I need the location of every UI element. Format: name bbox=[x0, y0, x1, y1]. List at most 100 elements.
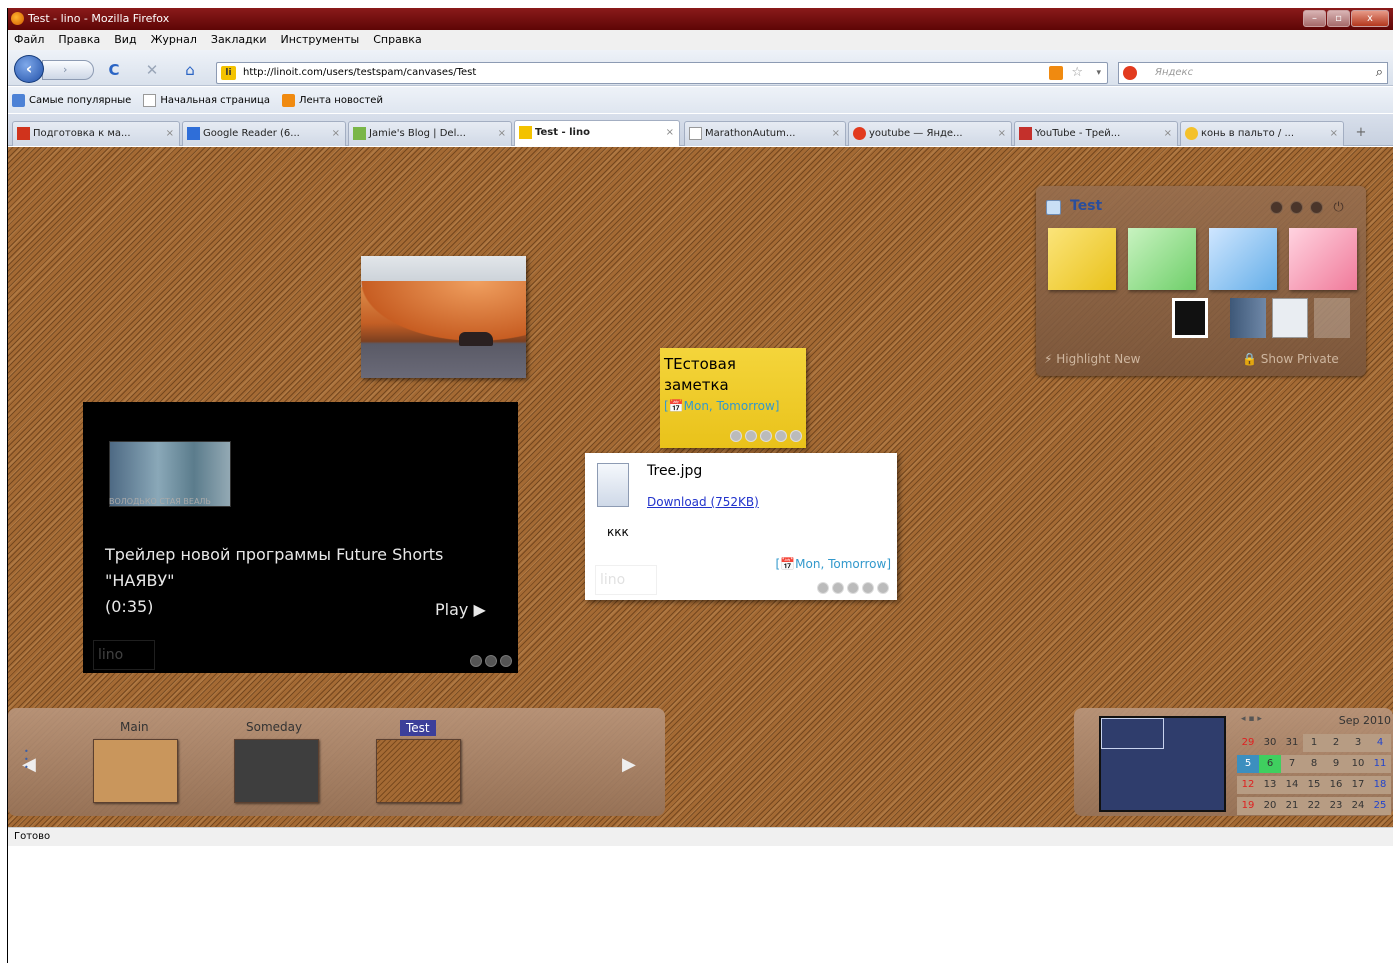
calendar-day[interactable]: 10 bbox=[1347, 755, 1369, 773]
calendar-day[interactable]: 3 bbox=[1347, 734, 1369, 752]
reload-icon[interactable]: C bbox=[104, 60, 124, 80]
calendar-day[interactable]: 16 bbox=[1325, 776, 1347, 794]
settings-icon[interactable] bbox=[1310, 201, 1323, 214]
menu-history[interactable]: Журнал bbox=[149, 30, 199, 50]
bookmark-start-page[interactable]: Начальная страница bbox=[143, 93, 270, 107]
menu-edit[interactable]: Правка bbox=[56, 30, 102, 50]
tab-close-icon[interactable]: × bbox=[166, 122, 174, 145]
board-someday[interactable] bbox=[234, 739, 319, 803]
calendar-day[interactable]: 13 bbox=[1259, 776, 1281, 794]
tab-4[interactable]: Test - lino × bbox=[514, 120, 680, 146]
canvas-title[interactable]: Test bbox=[1070, 198, 1102, 214]
new-tab-button[interactable]: + bbox=[1350, 122, 1372, 144]
menu-view[interactable]: Вид bbox=[112, 30, 138, 50]
yellow-note-tool[interactable] bbox=[1048, 228, 1116, 290]
calendar-day[interactable]: 7 bbox=[1281, 755, 1303, 773]
tab-close-icon[interactable]: × bbox=[332, 122, 340, 145]
yandex-icon[interactable] bbox=[1123, 66, 1137, 80]
calendar-day[interactable]: 18 bbox=[1369, 776, 1391, 794]
calendar-day[interactable]: 8 bbox=[1303, 755, 1325, 773]
board-test[interactable] bbox=[376, 739, 461, 803]
calendar-icon[interactable] bbox=[745, 430, 757, 442]
calendar-day[interactable]: 5 bbox=[1237, 755, 1259, 773]
move-icon[interactable] bbox=[862, 582, 874, 594]
sticky-note-date[interactable]: [📅Mon, Tomorrow] bbox=[664, 396, 802, 417]
check-icon[interactable] bbox=[500, 655, 512, 667]
tab-3[interactable]: Jamie's Blog | Del... × bbox=[348, 121, 512, 146]
green-note-tool[interactable] bbox=[1128, 228, 1196, 290]
calendar-day[interactable]: 6 bbox=[1259, 755, 1281, 773]
calendar-day[interactable]: 21 bbox=[1281, 797, 1303, 815]
home-icon[interactable]: ⌂ bbox=[180, 60, 200, 80]
tab-close-icon[interactable]: × bbox=[998, 122, 1006, 145]
tab-close-icon[interactable]: × bbox=[1164, 122, 1172, 145]
star-icon[interactable]: ☆ bbox=[1071, 63, 1083, 83]
tab-8[interactable]: конь в пальто / ... × bbox=[1180, 121, 1344, 146]
check-icon[interactable] bbox=[877, 582, 889, 594]
video-tool-icon[interactable] bbox=[1230, 298, 1266, 338]
edit-icon[interactable] bbox=[730, 430, 742, 442]
sticky-note[interactable]: ТЕстовая заметка [📅Mon, Tomorrow] bbox=[660, 348, 806, 448]
calendar-day[interactable]: 19 bbox=[1237, 797, 1259, 815]
calendar-day[interactable]: 11 bbox=[1369, 755, 1391, 773]
search-input[interactable]: Яндекс ⌕ bbox=[1118, 62, 1388, 84]
photo-tool-icon[interactable] bbox=[1172, 298, 1208, 338]
info-icon[interactable] bbox=[470, 655, 482, 667]
download-link[interactable]: Download (752KB) bbox=[647, 495, 759, 509]
blank-tool-icon[interactable] bbox=[1314, 298, 1350, 338]
show-private-toggle[interactable]: 🔒 Show Private bbox=[1242, 352, 1339, 366]
video-card[interactable]: ВОЛОДЬКО СТАЯ ВЕАЛЬ Трейлер новой програ… bbox=[83, 402, 518, 673]
tab-5[interactable]: MarathonAutum... × bbox=[684, 121, 846, 146]
highlight-new-toggle[interactable]: ⚡ Highlight New bbox=[1044, 352, 1140, 366]
tab-close-icon[interactable]: × bbox=[1330, 122, 1338, 145]
tab-close-icon[interactable]: × bbox=[498, 122, 506, 145]
back-button[interactable]: ‹ bbox=[14, 55, 44, 83]
lino-canvas[interactable]: ТЕстовая заметка [📅Mon, Tomorrow] Tree.j… bbox=[8, 147, 1393, 827]
calendar-nav[interactable]: ◂ ▪ ▸ bbox=[1241, 714, 1262, 724]
calendar-day[interactable]: 25 bbox=[1369, 797, 1391, 815]
tab-close-icon[interactable]: × bbox=[832, 122, 840, 145]
file-date[interactable]: [📅Mon, Tomorrow] bbox=[776, 557, 891, 571]
tab-7[interactable]: YouTube - Трей... × bbox=[1014, 121, 1178, 146]
photo-card[interactable] bbox=[361, 256, 526, 378]
tab-6[interactable]: youtube — Янде... × bbox=[848, 121, 1012, 146]
calendar-icon[interactable] bbox=[832, 582, 844, 594]
info-icon[interactable] bbox=[847, 582, 859, 594]
stop-icon[interactable]: ✕ bbox=[142, 60, 162, 80]
board-main[interactable] bbox=[93, 739, 178, 803]
tab-close-icon[interactable]: × bbox=[666, 121, 674, 144]
calendar-day[interactable]: 2 bbox=[1325, 734, 1347, 752]
calendar-day[interactable]: 29 bbox=[1237, 734, 1259, 752]
close-button[interactable]: x bbox=[1351, 10, 1389, 27]
url-bar[interactable]: li http://linoit.com/users/testspam/canv… bbox=[216, 62, 1108, 84]
chevron-down-icon[interactable]: ▾ bbox=[1096, 63, 1101, 83]
zoom-out-icon[interactable] bbox=[1270, 201, 1283, 214]
calendar-day[interactable]: 15 bbox=[1303, 776, 1325, 794]
tab-1[interactable]: Подготовка к ма... × bbox=[12, 121, 180, 146]
menu-tools[interactable]: Инструменты bbox=[279, 30, 362, 50]
maximize-button[interactable]: ▫ bbox=[1327, 10, 1350, 27]
calendar-day[interactable]: 1 bbox=[1303, 734, 1325, 752]
calendar-day[interactable]: 23 bbox=[1325, 797, 1347, 815]
calendar-day[interactable]: 4 bbox=[1369, 734, 1391, 752]
calendar-day[interactable]: 9 bbox=[1325, 755, 1347, 773]
check-icon[interactable] bbox=[790, 430, 802, 442]
calendar-day[interactable]: 12 bbox=[1237, 776, 1259, 794]
menu-file[interactable]: Файл bbox=[12, 30, 46, 50]
edit-icon[interactable] bbox=[817, 582, 829, 594]
dots-icon[interactable]: • • • bbox=[24, 748, 29, 772]
minimap-viewport[interactable] bbox=[1101, 718, 1164, 749]
menu-bookmarks[interactable]: Закладки bbox=[209, 30, 269, 50]
menu-help[interactable]: Справка bbox=[371, 30, 423, 50]
zoom-in-icon[interactable] bbox=[1290, 201, 1303, 214]
calendar-day[interactable]: 30 bbox=[1259, 734, 1281, 752]
move-icon[interactable] bbox=[485, 655, 497, 667]
search-icon[interactable]: ⌕ bbox=[1376, 63, 1383, 83]
calendar-day[interactable]: 14 bbox=[1281, 776, 1303, 794]
file-card[interactable]: Tree.jpg Download (752KB) ккк [📅Mon, Tom… bbox=[585, 453, 897, 600]
scroll-right-icon[interactable]: ▶ bbox=[622, 754, 636, 775]
calendar-day[interactable]: 20 bbox=[1259, 797, 1281, 815]
canvas-minimap[interactable] bbox=[1099, 716, 1226, 812]
calendar-day[interactable]: 17 bbox=[1347, 776, 1369, 794]
forward-button[interactable]: › bbox=[42, 60, 94, 80]
